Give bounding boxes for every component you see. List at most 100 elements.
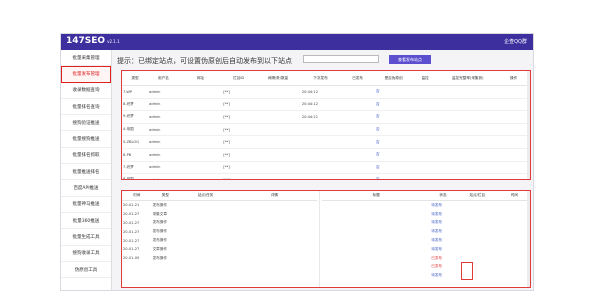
table-cell: 20:44:21 <box>300 110 341 124</box>
table-cell <box>340 135 376 149</box>
table-cell <box>438 173 498 179</box>
table-cell: 20-01-27 <box>123 238 140 243</box>
sidebar-item[interactable]: 搜狗验证推送 <box>61 115 111 132</box>
table-cell <box>438 123 498 137</box>
table-cell <box>499 219 530 228</box>
column-header[interactable]: 站点/任务 <box>179 191 232 201</box>
sidebar-item[interactable]: 批量发布管理 <box>61 66 111 83</box>
table-row: 6-PB admin [**] 否 <box>122 148 530 162</box>
sidebar-item[interactable]: 伪原创工具 <box>61 262 111 279</box>
table-cell: 20:44:12 <box>300 98 341 112</box>
column-header[interactable]: 详情 <box>231 191 317 201</box>
table-cell <box>300 135 341 149</box>
table-cell <box>322 254 430 263</box>
table-row: 待发布 <box>322 271 530 280</box>
table-row: 20-01-00 发布操作 <box>122 254 317 263</box>
column-header[interactable]: 是否伪原创 <box>375 71 413 86</box>
sidebar-item[interactable]: 批量搜狗推送 <box>61 131 111 148</box>
column-header[interactable]: 监控完整率(采集到) <box>438 71 498 86</box>
table-cell <box>322 263 430 272</box>
table-cell <box>499 236 530 245</box>
table-cell: 发布操作 <box>152 229 167 234</box>
table-cell: 发布操作 <box>152 255 167 260</box>
column-header[interactable]: 监控 <box>412 71 439 86</box>
table-cell: 已发布 <box>431 264 443 269</box>
site-search-input[interactable] <box>303 55 379 63</box>
sidebar-item[interactable]: 收录数据查询 <box>61 83 111 99</box>
table-row: 8-帝国 admin [**] 否 <box>122 173 530 179</box>
table-cell <box>232 254 317 263</box>
table-cell <box>412 161 439 175</box>
table-cell <box>255 148 301 162</box>
sidebar-item[interactable]: 批量360推送 <box>61 213 111 230</box>
column-header[interactable]: 时间 <box>122 191 152 201</box>
table-cell: [**] <box>222 110 256 124</box>
table-cell: 否 <box>375 85 413 99</box>
table-cell: 待发布 <box>431 238 443 243</box>
sidebar-item[interactable]: 批量神马推送 <box>61 197 111 213</box>
table-row: 7-WP admin [**] 20:44:12 否 <box>122 85 530 99</box>
table-row: 20-01-27 发布操作 <box>122 219 317 228</box>
table-cell <box>322 219 430 228</box>
sidebar-item[interactable]: 批量推送排名 <box>61 164 111 181</box>
column-header[interactable]: 栏目ID <box>222 71 256 86</box>
table-cell: 4-帝国 <box>122 123 149 137</box>
table-cell <box>412 98 439 112</box>
table-row: 20-01-21 发布操作 <box>122 201 317 210</box>
column-header[interactable]: 时间 <box>498 191 530 201</box>
view-sites-button[interactable]: 查看发布站点 <box>389 55 431 64</box>
table-row: 20-01-27 文章操作 <box>122 245 317 254</box>
column-header[interactable]: 用户名 <box>148 71 179 86</box>
sidebar-item[interactable]: 批量采集管理 <box>61 50 111 67</box>
sidebar-item[interactable]: 批量排名查询 <box>61 99 111 116</box>
table-cell <box>255 161 301 175</box>
sidebar-item[interactable]: 批量生成工具 <box>61 229 111 246</box>
column-header[interactable]: 状态 <box>430 191 456 201</box>
table-cell: 待发布 <box>431 229 443 234</box>
column-header[interactable]: 间隔/条/数量 <box>255 71 301 86</box>
table-cell: 待发布 <box>431 273 443 278</box>
column-header[interactable]: 已发布 <box>340 71 376 86</box>
table-cell: 20-01-27 <box>123 212 140 217</box>
column-header[interactable]: 下次发布 <box>300 71 341 86</box>
table-cell <box>232 245 317 254</box>
table-cell: 发布操作 <box>152 220 167 225</box>
table-cell: admin <box>148 135 179 149</box>
app-window: 147SEO v2.1.1 企查QQ群 批量采集管理 批量发布管理 收录数据查询 批量排… <box>60 33 534 291</box>
table-cell: 20-01-27 <box>123 220 140 225</box>
column-header[interactable]: 站点/栏目 <box>455 191 499 201</box>
table-cell <box>438 148 498 162</box>
column-header[interactable]: 类型 <box>122 71 149 86</box>
top-bar: 147SEO v2.1.1 企查QQ群 <box>61 34 533 50</box>
table-cell <box>497 110 530 124</box>
user-menu[interactable]: 企查QQ群 <box>504 38 527 45</box>
table-cell <box>438 135 498 149</box>
table-cell <box>322 201 430 210</box>
table-cell <box>499 227 530 236</box>
publish-table: 标题 状态 站点/栏目 时间 待发布 待发布 待发布 待发布 待发布 待发布 已发布 已发布 待发布 <box>322 191 530 280</box>
table-cell: 否 <box>375 148 413 162</box>
table-cell <box>232 210 317 219</box>
column-header[interactable]: 操作 <box>497 71 530 86</box>
logs-scrollbar[interactable] <box>527 191 530 287</box>
table-row: 20-01-27 采集文章 <box>122 210 317 219</box>
table-cell <box>255 135 301 149</box>
sites-scrollbar[interactable] <box>527 71 530 179</box>
table-cell: [**] <box>222 148 256 162</box>
table-cell <box>497 161 530 175</box>
table-cell: admin <box>148 98 179 112</box>
table-cell <box>497 85 530 99</box>
table-cell <box>412 173 439 179</box>
logs-panel: 时间 类型 站点/任务 详情 20-01-21 发布操作 20-01-27 采集文章 20-01… <box>121 190 531 288</box>
sidebar-item[interactable]: 搜狗收录工具 <box>61 246 111 262</box>
table-cell: admin <box>148 161 179 175</box>
sidebar-item[interactable]: 批量排名抓取 <box>61 148 111 165</box>
table-cell <box>255 85 301 99</box>
sidebar-item[interactable]: 百度API推送 <box>61 180 111 197</box>
column-header[interactable]: 网址 <box>178 71 223 86</box>
column-header[interactable]: 标题 <box>322 191 431 201</box>
column-header[interactable]: 类型 <box>151 191 180 201</box>
table-header-row: 类型 用户名 网址 栏目ID 间隔/条/数量 下次发布 已发布 是否伪原创 监控 监控完整率(采集… <box>122 71 530 86</box>
table-cell: 已发布 <box>431 255 443 260</box>
table-cell <box>497 148 530 162</box>
